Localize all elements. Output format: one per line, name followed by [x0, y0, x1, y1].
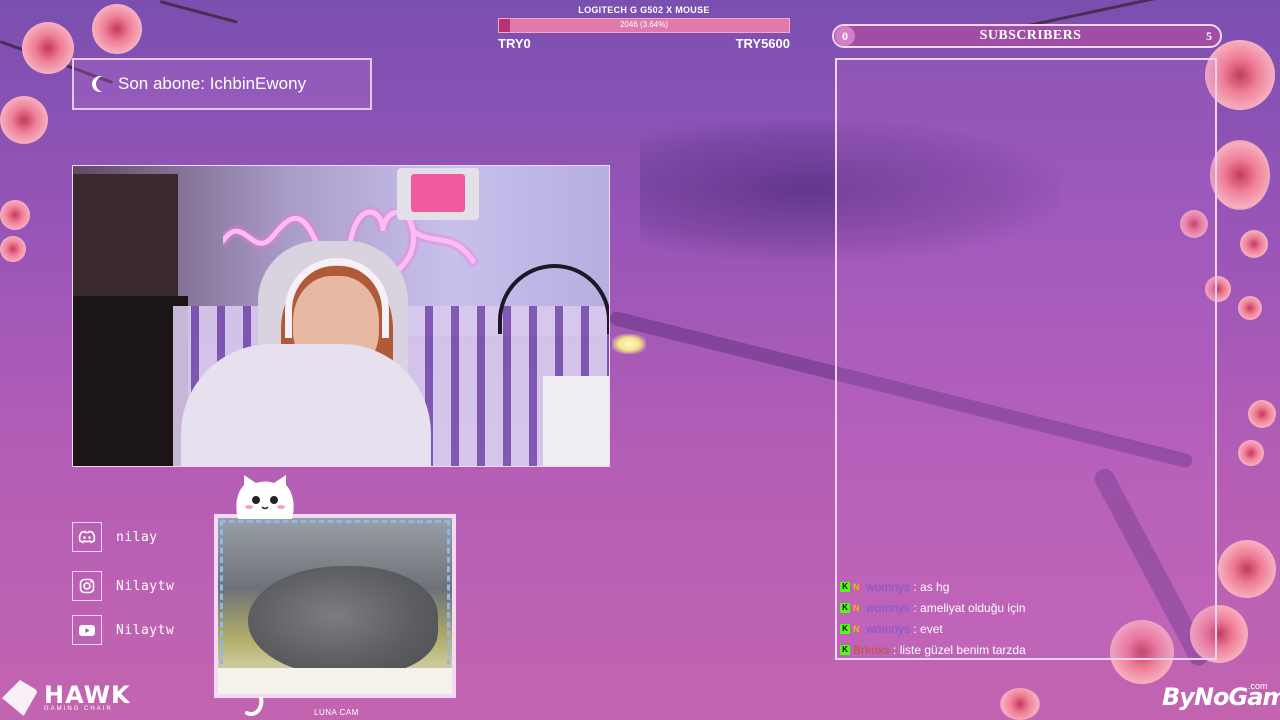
blossom-flower [1238, 296, 1262, 320]
social-instagram[interactable]: Nilaytw [72, 571, 174, 601]
chat-text: : ameliyat olduğu için [913, 600, 1026, 615]
chat-message: K N womnys : ameliyat olduğu için [840, 597, 1210, 618]
blossom-flower [1000, 688, 1040, 720]
blossom-flower [1240, 230, 1268, 258]
cat-cam-feed [214, 514, 456, 698]
blossom-flower [1218, 540, 1276, 598]
kick-badge-icon: K [840, 623, 850, 634]
goal-title: LOGITECH G G502 X MOUSE [578, 5, 710, 15]
subscribers-goal-bar: 0 SUBSCRIBERS 5 [832, 24, 1222, 48]
kick-badge-icon: K [840, 581, 850, 592]
chat-message: K Brknxs : liste güzel benim tarzda [840, 639, 1210, 660]
social-discord[interactable]: nilay [72, 522, 158, 552]
chat-message: K N womnys : as hg [840, 576, 1210, 597]
hawk-icon [2, 680, 38, 716]
blossom-flower [0, 200, 30, 230]
moon-icon [96, 76, 112, 92]
goal-start-label: TRY0 [498, 36, 531, 51]
goal-progress-text: 2046 (3.64%) [619, 20, 669, 29]
social-discord-label: nilay [116, 529, 158, 545]
goal-end-label: TRY5600 [735, 36, 790, 51]
last-subscriber-text: Son abone: IchbinEwony [118, 74, 307, 93]
social-youtube-label: Nilaytw [116, 622, 175, 638]
chat-message: K N womnys : evet [840, 618, 1210, 639]
blossom-branch [159, 0, 238, 24]
bynogame-logo-suffix: .com [1248, 681, 1268, 691]
chat-username[interactable]: womnys [866, 622, 910, 636]
donation-goal: LOGITECH G G502 X MOUSE 2046 (3.64%) TRY… [498, 5, 790, 51]
discord-icon [72, 522, 102, 552]
blossom-flower [92, 4, 142, 54]
cat [248, 566, 438, 676]
subscribers-goal: 5 [1205, 28, 1212, 43]
background-lamp-light [612, 334, 646, 354]
chat-panel [835, 58, 1217, 660]
chat-messages: K N womnys : as hg K N womnys : ameliyat… [840, 576, 1210, 660]
blossom-flower [22, 22, 74, 74]
chat-text: : as hg [913, 579, 950, 594]
chat-username[interactable]: Brknxs [853, 643, 890, 657]
webcam-feed [72, 165, 610, 467]
social-instagram-label: Nilaytw [116, 578, 175, 594]
cat-tail-icon [245, 697, 264, 716]
hawk-logo-text: HAWK [44, 681, 131, 709]
blossom-flower [1238, 440, 1264, 466]
og-badge-icon: N [853, 581, 860, 592]
blossom-flower [0, 96, 48, 144]
instagram-icon [72, 571, 102, 601]
cat-mascot-icon [236, 475, 294, 519]
cat-cam-caption: LUNA CAM [314, 708, 359, 717]
social-youtube[interactable]: Nilaytw [72, 615, 174, 645]
youtube-icon [72, 615, 102, 645]
chat-text: : liste güzel benim tarzda [893, 642, 1026, 657]
goal-progress-bar: 2046 (3.64%) [498, 18, 790, 33]
subscribers-current: 0 [835, 26, 855, 46]
last-subscriber-panel: Son abone: IchbinEwony [72, 58, 372, 110]
blossom-flower [1248, 400, 1276, 428]
subscribers-title: SUBSCRIBERS [979, 28, 1082, 43]
chat-username[interactable]: womnys [866, 580, 910, 594]
kick-badge-icon: K [840, 602, 850, 613]
chat-text: : evet [913, 621, 943, 636]
og-badge-icon: N [853, 623, 860, 634]
blossom-flower [1210, 140, 1270, 210]
og-badge-icon: N [853, 602, 860, 613]
blossom-flower [0, 236, 26, 262]
kick-badge-icon: K [840, 644, 850, 655]
chat-username[interactable]: womnys [866, 601, 910, 615]
hawk-logo: HAWK GAMING CHAIR [2, 680, 131, 716]
